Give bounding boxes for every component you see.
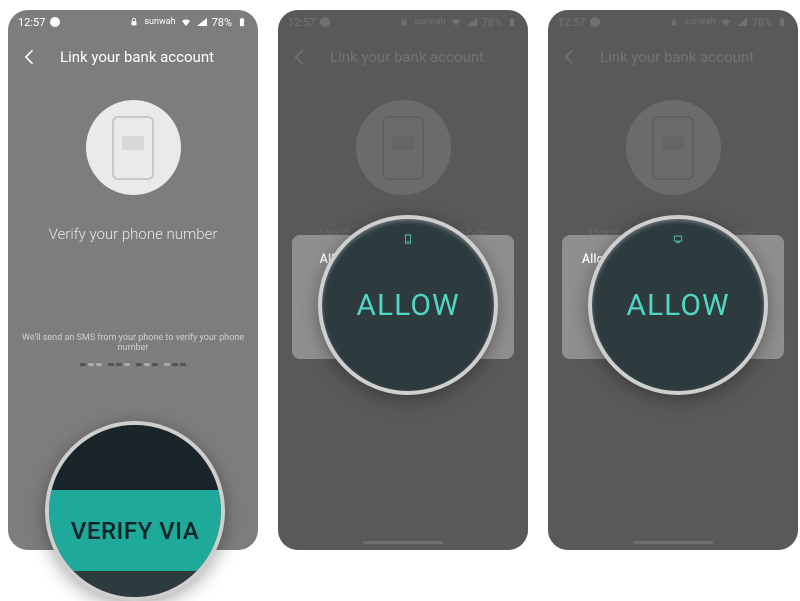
status-time: 12:57: [288, 16, 315, 29]
battery-icon: [236, 16, 248, 28]
app-bar: Link your bank account: [548, 34, 798, 80]
phone-illustration: [86, 100, 181, 195]
status-battery: 78%: [482, 16, 502, 29]
status-battery: 78%: [212, 16, 232, 29]
status-carrier: sunwah: [144, 17, 175, 27]
status-battery: 78%: [752, 16, 772, 29]
status-bar: 12:57 sunwah 78%: [548, 10, 798, 34]
lock-icon: [128, 16, 140, 28]
phone-illustration: [356, 100, 451, 195]
lock-icon: [398, 16, 410, 28]
status-carrier: sunwah: [684, 17, 715, 27]
verify-heading: Verify your phone number: [49, 225, 218, 243]
magnifier-allow-phone: ALLOW: [318, 215, 498, 395]
spotify-icon: [49, 16, 61, 28]
app-bar: Link your bank account: [278, 34, 528, 80]
wifi-icon: [450, 16, 462, 28]
battery-icon: [506, 16, 518, 28]
status-bar: 12:57 sunwah 78%: [8, 10, 258, 34]
page-title: Link your bank account: [60, 48, 214, 66]
wifi-icon: [180, 16, 192, 28]
page-title: Link your bank account: [600, 48, 754, 66]
status-time: 12:57: [18, 16, 45, 29]
verify-note: We'll send an SMS from your phone to ver…: [8, 333, 258, 353]
deny-button[interactable]: [576, 336, 579, 349]
deny-button[interactable]: [306, 336, 309, 349]
home-indicator[interactable]: [633, 541, 713, 544]
phone-illustration: [626, 100, 721, 195]
phone-number-placeholder: [80, 363, 186, 366]
signal-icon: [466, 16, 478, 28]
phone-permission-icon: [403, 229, 413, 239]
back-arrow-icon[interactable]: [560, 47, 580, 67]
status-carrier: sunwah: [414, 17, 445, 27]
spotify-icon: [319, 16, 331, 28]
magnifier-allow-sms: ALLOW: [588, 215, 768, 395]
allow-button-label[interactable]: ALLOW: [356, 288, 459, 323]
allow-button-label[interactable]: ALLOW: [626, 288, 729, 323]
back-arrow-icon[interactable]: [20, 47, 40, 67]
status-time: 12:57: [558, 16, 585, 29]
allow-button[interactable]: [767, 336, 770, 349]
back-arrow-icon[interactable]: [290, 47, 310, 67]
sms-permission-icon: [673, 229, 683, 239]
magnifier-verify-button: VERIFY VIA: [45, 421, 225, 601]
verify-via-sms-label[interactable]: VERIFY VIA: [49, 490, 221, 571]
lock-icon: [668, 16, 680, 28]
signal-icon: [736, 16, 748, 28]
status-bar: 12:57 sunwah 78%: [278, 10, 528, 34]
battery-icon: [776, 16, 788, 28]
app-bar: Link your bank account: [8, 34, 258, 80]
wifi-icon: [720, 16, 732, 28]
spotify-icon: [589, 16, 601, 28]
home-indicator[interactable]: [363, 541, 443, 544]
page-title: Link your bank account: [330, 48, 484, 66]
signal-icon: [196, 16, 208, 28]
allow-button[interactable]: [497, 336, 500, 349]
